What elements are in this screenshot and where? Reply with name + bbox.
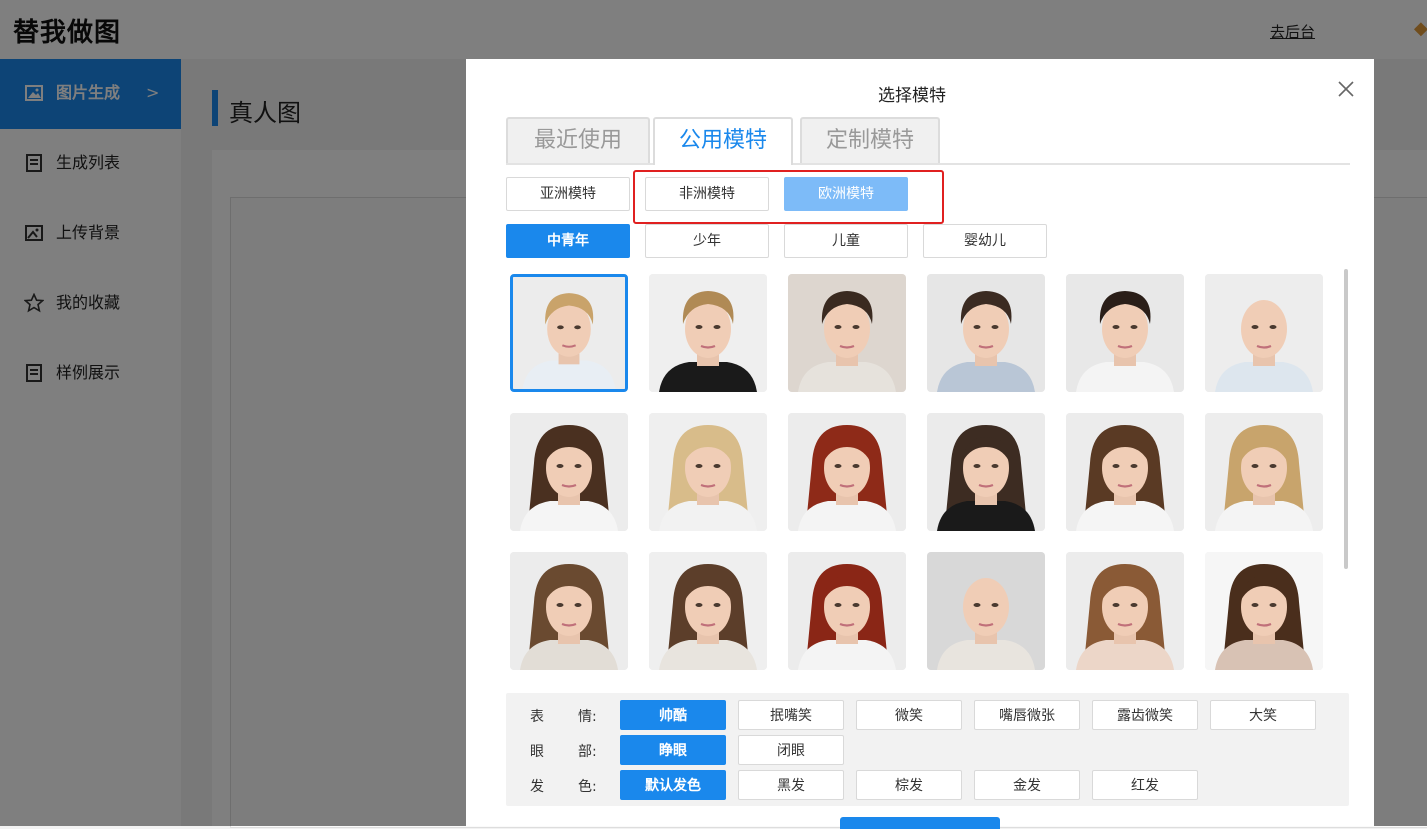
tab-recent[interactable]: 最近使用: [506, 117, 650, 163]
model-portrait: [927, 413, 1045, 531]
age-infant[interactable]: 婴幼儿: [923, 224, 1047, 258]
age-child[interactable]: 儿童: [784, 224, 908, 258]
grid-scrollbar[interactable]: [1344, 269, 1348, 569]
model-card[interactable]: [1066, 552, 1184, 670]
hair-black[interactable]: 黑发: [738, 770, 844, 800]
model-portrait: [1066, 552, 1184, 670]
model-card[interactable]: [1205, 413, 1323, 531]
hair-red[interactable]: 红发: [1092, 770, 1198, 800]
expression-toothy-smile[interactable]: 露齿微笑: [1092, 700, 1198, 730]
expression-label-1: 表: [530, 709, 544, 725]
model-card[interactable]: [927, 274, 1045, 392]
model-card[interactable]: [649, 413, 767, 531]
model-card[interactable]: [649, 552, 767, 670]
tab-custom-models[interactable]: 定制模特: [800, 117, 940, 163]
model-card[interactable]: [649, 274, 767, 392]
model-card[interactable]: [510, 413, 628, 531]
model-portrait: [927, 274, 1045, 392]
model-portrait: [1066, 274, 1184, 392]
region-asian[interactable]: 亚洲模特: [506, 177, 630, 211]
select-model-dialog: 选择模特 最近使用 公用模特 定制模特 亚洲模特 非洲模特 欧洲模特 中青年 少…: [466, 59, 1374, 829]
model-portrait: [1205, 274, 1323, 392]
eyes-closed[interactable]: 闭眼: [738, 735, 844, 765]
model-card[interactable]: [1205, 274, 1323, 392]
confirm-button[interactable]: [840, 817, 1000, 829]
eyes-open[interactable]: 睁眼: [620, 735, 726, 765]
model-card[interactable]: [510, 274, 628, 392]
model-portrait: [649, 413, 767, 531]
model-card[interactable]: [788, 274, 906, 392]
model-portrait: [1205, 413, 1323, 531]
hair-default[interactable]: 默认发色: [620, 770, 726, 800]
model-tabs: 最近使用 公用模特 定制模特: [506, 117, 1350, 165]
hair-brown[interactable]: 棕发: [856, 770, 962, 800]
model-card[interactable]: [1066, 274, 1184, 392]
model-card[interactable]: [510, 552, 628, 670]
close-icon[interactable]: [1336, 79, 1356, 99]
attribute-panel: 表 情: 帅酷 抿嘴笑 微笑 嘴唇微张 露齿微笑 大笑 眼 部: 睁眼 闭眼 发…: [506, 693, 1349, 806]
model-portrait: [1205, 552, 1323, 670]
hair-color-label-1: 发: [530, 779, 544, 795]
model-card[interactable]: [788, 552, 906, 670]
model-card[interactable]: [927, 413, 1045, 531]
model-card[interactable]: [788, 413, 906, 531]
model-card[interactable]: [1205, 552, 1323, 670]
model-portrait: [510, 413, 628, 531]
hair-color-label-2: 色:: [578, 779, 597, 795]
model-portrait: [510, 552, 628, 670]
age-teen[interactable]: 少年: [645, 224, 769, 258]
age-young-adult[interactable]: 中青年: [506, 224, 630, 258]
model-portrait: [1066, 413, 1184, 531]
expression-laugh[interactable]: 大笑: [1210, 700, 1316, 730]
hair-blonde[interactable]: 金发: [974, 770, 1080, 800]
expression-label-2: 情:: [578, 709, 597, 725]
model-portrait: [649, 274, 767, 392]
expression-smile[interactable]: 微笑: [856, 700, 962, 730]
model-card[interactable]: [927, 552, 1045, 670]
model-portrait: [788, 413, 906, 531]
model-card[interactable]: [1066, 413, 1184, 531]
model-grid: [510, 274, 1350, 682]
model-portrait: [927, 552, 1045, 670]
model-portrait: [513, 277, 625, 389]
expression-closed-smile[interactable]: 抿嘴笑: [738, 700, 844, 730]
eyes-label-2: 部:: [578, 744, 597, 760]
model-portrait: [788, 274, 906, 392]
model-portrait: [788, 552, 906, 670]
annotation-highlight-box: [633, 170, 944, 224]
tab-public-models[interactable]: 公用模特: [653, 117, 793, 165]
dialog-title: 选择模特: [878, 86, 946, 106]
expression-cool[interactable]: 帅酷: [620, 700, 726, 730]
eyes-label-1: 眼: [530, 744, 544, 760]
model-portrait: [649, 552, 767, 670]
expression-lips-parted[interactable]: 嘴唇微张: [974, 700, 1080, 730]
